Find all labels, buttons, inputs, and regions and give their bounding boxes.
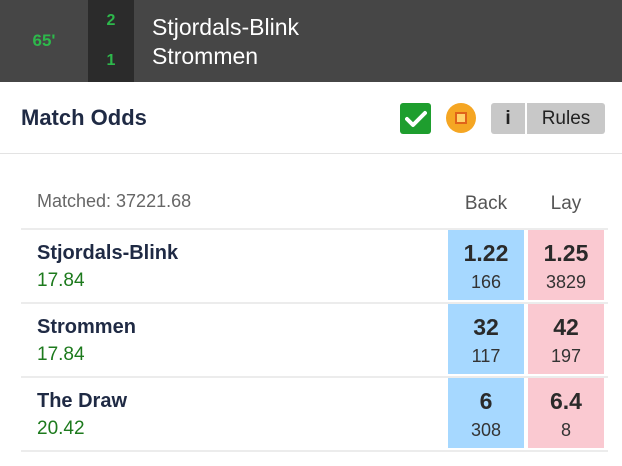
event-header: 65' 2 1 Stjordals-Blink Strommen bbox=[0, 0, 622, 82]
lay-size: 8 bbox=[560, 420, 571, 440]
home-team-name: Stjordals-Blink bbox=[152, 14, 299, 40]
lay-odds-button[interactable]: 6.4 8 bbox=[528, 378, 604, 448]
lay-price: 6.4 bbox=[550, 388, 582, 414]
runner-matched: 17.84 bbox=[37, 344, 85, 365]
back-odds-button[interactable]: 32 117 bbox=[448, 304, 524, 374]
lay-odds-button[interactable]: 42 197 bbox=[528, 304, 604, 374]
back-column-header: Back bbox=[464, 193, 508, 214]
lay-column-header: Lay bbox=[550, 193, 582, 214]
lay-size: 197 bbox=[550, 346, 582, 366]
runner-row: Stjordals-Blink 17.84 1.22 166 1.25 3829 bbox=[21, 228, 608, 300]
home-score: 2 bbox=[106, 12, 116, 29]
score-column: 2 1 bbox=[88, 0, 134, 82]
away-score: 1 bbox=[106, 52, 116, 69]
rules-button[interactable]: Rules bbox=[527, 103, 605, 134]
runner-row: The Draw 20.42 6 308 6.4 8 bbox=[21, 376, 608, 448]
runner-row: Strommen 17.84 32 117 42 197 bbox=[21, 302, 608, 374]
back-size: 308 bbox=[470, 420, 502, 440]
market-title: Match Odds bbox=[21, 105, 147, 130]
back-price: 6 bbox=[479, 388, 493, 414]
live-stream-icon[interactable] bbox=[446, 103, 476, 133]
runner-matched: 17.84 bbox=[37, 270, 85, 291]
market-header: Match Odds i Rules bbox=[0, 82, 622, 154]
runner-name[interactable]: Strommen bbox=[37, 316, 136, 339]
back-size: 166 bbox=[470, 272, 502, 292]
lay-odds-button[interactable]: 1.25 3829 bbox=[528, 230, 604, 300]
matched-amount: Matched: 37221.68 bbox=[37, 191, 192, 211]
lay-price: 1.25 bbox=[543, 240, 589, 266]
back-size: 117 bbox=[471, 346, 501, 366]
runner-name[interactable]: The Draw bbox=[37, 390, 127, 413]
check-icon[interactable] bbox=[400, 103, 431, 134]
back-odds-button[interactable]: 1.22 166 bbox=[448, 230, 524, 300]
back-odds-button[interactable]: 6 308 bbox=[448, 378, 524, 448]
lay-size: 3829 bbox=[545, 272, 587, 292]
lay-price: 42 bbox=[553, 314, 579, 340]
away-team-name: Strommen bbox=[152, 43, 259, 69]
match-clock: 65' bbox=[32, 31, 56, 50]
runner-matched: 20.42 bbox=[37, 418, 85, 439]
table-bottom-border bbox=[21, 450, 608, 452]
info-button[interactable]: i bbox=[491, 103, 525, 134]
runner-name[interactable]: Stjordals-Blink bbox=[37, 242, 178, 265]
back-price: 32 bbox=[473, 314, 499, 340]
back-price: 1.22 bbox=[463, 240, 509, 266]
